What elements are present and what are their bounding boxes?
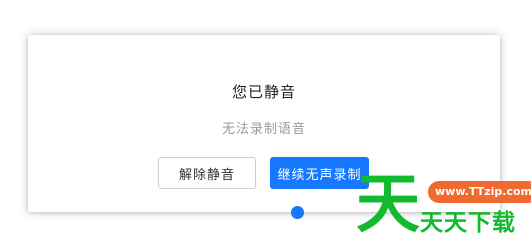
watermark-url: www.TTzip.com <box>428 181 531 203</box>
continue-silent-recording-button[interactable]: 继续无声录制 <box>270 157 369 189</box>
dialog-title: 您已静音 <box>231 83 296 101</box>
page: 您已静音 无法录制语音 解除静音 继续无声录制 天 www.TTzip.com … <box>0 0 531 249</box>
unmute-button[interactable]: 解除静音 <box>158 157 256 189</box>
watermark-logo: 天 www.TTzip.com 天天下载 <box>356 168 531 246</box>
watermark-big-char: 天 <box>356 168 420 242</box>
dialog-subtitle: 无法录制语音 <box>221 122 306 137</box>
watermark-text: 天天下载 <box>420 210 516 236</box>
blue-dot-icon <box>291 206 304 219</box>
